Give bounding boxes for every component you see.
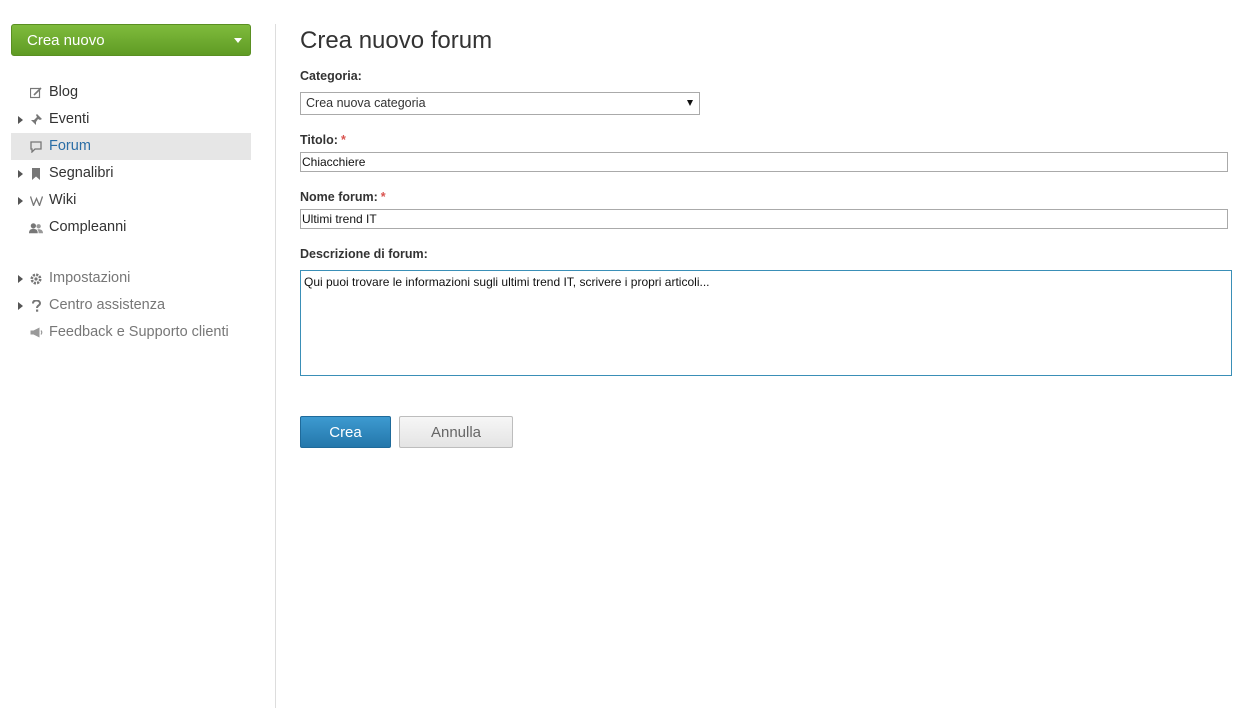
vertical-divider [275, 24, 276, 708]
forum-name-input[interactable] [300, 209, 1228, 229]
sidebar-item-segnalibri[interactable]: Segnalibri [11, 160, 251, 187]
comment-icon [29, 133, 43, 160]
main-content: Crea nuovo forum Categoria: Crea nuova c… [300, 24, 1232, 448]
sidebar-item-label: Eventi [49, 111, 90, 127]
page-title: Crea nuovo forum [300, 27, 493, 54]
forum-name-label-text: Nome forum: [300, 190, 378, 204]
description-label: Descrizione di forum: [300, 247, 428, 261]
primary-nav: Blog Eventi Forum Segnalibri Wiki Comple… [11, 79, 251, 241]
edit-icon [29, 79, 43, 106]
caret-right-icon[interactable] [18, 275, 23, 283]
sidebar-item-label: Feedback e Supporto clienti [49, 324, 229, 340]
create-new-label: Crea nuovo [27, 31, 105, 49]
form-actions: Crea Annulla [300, 416, 1232, 448]
forum-name-group: Nome forum: * [300, 190, 1232, 229]
title-label-text: Titolo: [300, 133, 338, 147]
megaphone-icon [29, 319, 43, 346]
create-button[interactable]: Crea [300, 416, 391, 448]
gear-icon [29, 265, 43, 292]
caret-right-icon[interactable] [18, 197, 23, 205]
sidebar-item-wiki[interactable]: Wiki [11, 187, 251, 214]
sidebar-item-label: Wiki [49, 192, 77, 208]
caret-right-icon[interactable] [18, 116, 23, 124]
required-asterisk: * [340, 133, 346, 147]
chevron-down-icon[interactable] [234, 38, 242, 43]
secondary-nav: Impostazioni Centro assistenza Feedback … [11, 265, 251, 346]
sidebar-item-eventi[interactable]: Eventi [11, 106, 251, 133]
description-textarea[interactable]: Qui puoi trovare le informazioni sugli u… [300, 270, 1232, 376]
bookmark-icon [29, 160, 43, 187]
sidebar-item-feedback[interactable]: Feedback e Supporto clienti [11, 319, 251, 346]
sidebar: Crea nuovo Blog Eventi Forum Segnalibri … [11, 24, 251, 346]
title-group: Titolo: * [300, 133, 1232, 172]
category-select-value: Crea nuova categoria [306, 96, 426, 110]
sidebar-item-centro-assistenza[interactable]: Centro assistenza [11, 292, 251, 319]
dropdown-arrow-icon [687, 100, 693, 106]
description-group: Descrizione di forum: Qui puoi trovare l… [300, 247, 1232, 376]
sidebar-item-label: Centro assistenza [49, 297, 166, 313]
wiki-icon [29, 187, 43, 214]
sidebar-item-label: Segnalibri [49, 165, 114, 181]
page: Crea nuovo Blog Eventi Forum Segnalibri … [0, 0, 1240, 708]
sidebar-item-blog[interactable]: Blog [11, 79, 251, 106]
sidebar-item-impostazioni[interactable]: Impostazioni [11, 265, 251, 292]
sidebar-item-label: Forum [49, 138, 91, 154]
category-group: Categoria: Crea nuova categoria [300, 69, 1232, 115]
category-select[interactable]: Crea nuova categoria [300, 92, 700, 115]
cancel-button[interactable]: Annulla [399, 416, 513, 448]
question-icon [29, 292, 43, 319]
sidebar-item-label: Compleanni [49, 219, 127, 235]
title-input[interactable] [300, 152, 1228, 172]
forum-name-label: Nome forum: * [300, 190, 1232, 204]
title-label: Titolo: * [300, 133, 1232, 147]
create-new-button[interactable]: Crea nuovo [11, 24, 251, 56]
required-asterisk: * [380, 190, 386, 204]
caret-right-icon[interactable] [18, 302, 23, 310]
sidebar-item-forum[interactable]: Forum [11, 133, 251, 160]
sidebar-item-label: Impostazioni [49, 270, 131, 286]
pin-icon [29, 106, 43, 133]
category-label: Categoria: [300, 69, 362, 83]
caret-right-icon[interactable] [18, 170, 23, 178]
users-icon [29, 214, 43, 241]
sidebar-item-label: Blog [49, 84, 79, 100]
sidebar-item-compleanni[interactable]: Compleanni [11, 214, 251, 241]
